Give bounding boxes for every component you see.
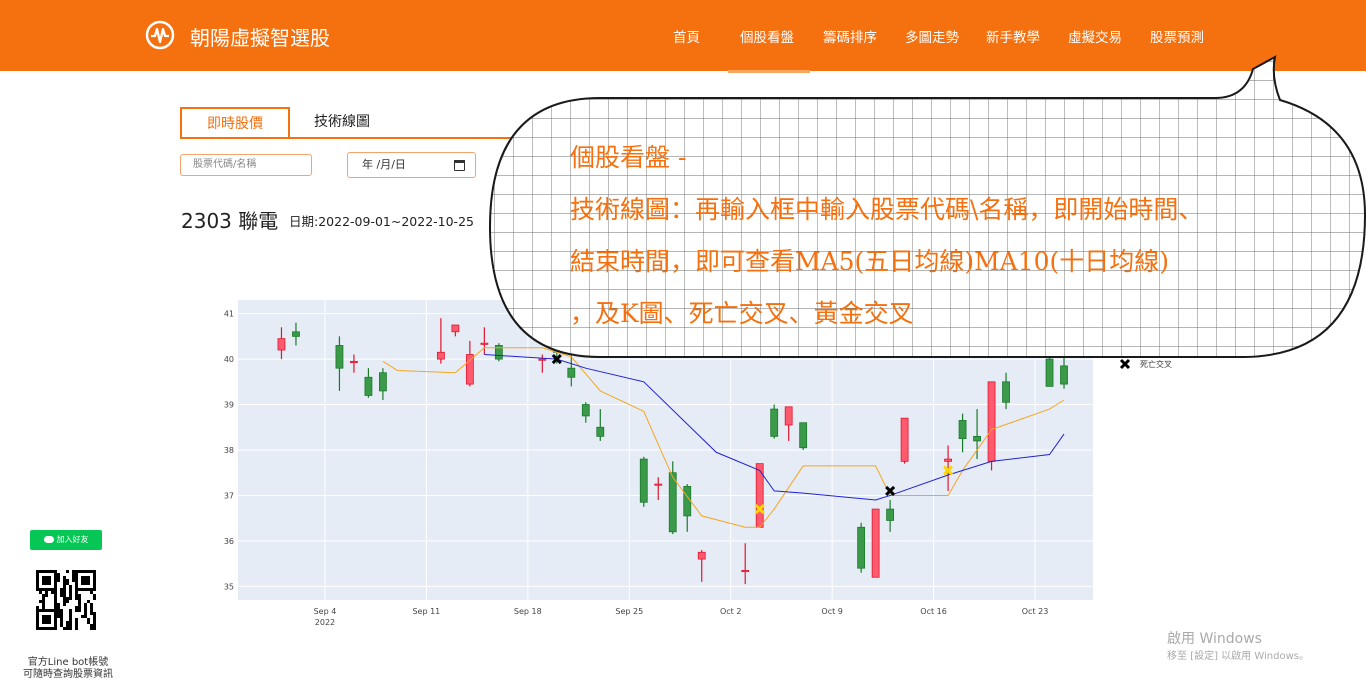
candle-body: [857, 526, 866, 569]
line-caption-line-2: 可隨時查詢股票資訊: [23, 669, 113, 680]
stock-title: 2303 聯電: [181, 209, 279, 233]
x-tick-label: Oct 2: [720, 607, 741, 616]
nav-prediction[interactable]: 股票預測: [1150, 26, 1204, 46]
x-tick-label: Sep 11: [412, 607, 440, 616]
candle-body: [770, 408, 779, 437]
candle-body: [1060, 365, 1068, 385]
callout-line-4: ，及K圖、死亡交叉、黃金交叉: [570, 299, 914, 328]
candle-body: [335, 345, 344, 369]
x-year-label: 2022: [315, 618, 335, 627]
line-caption-line-1: 官方Line bot帳號: [27, 657, 109, 668]
candle-body: [379, 372, 387, 392]
y-tick-label: 35: [224, 582, 234, 591]
candle-body: [900, 417, 909, 462]
callout-line-1: 個股看盤 -: [570, 143, 687, 172]
callout-line-3: 結束時間，即可查看MA5(五日均線)MA10(十日均線): [570, 247, 1170, 276]
x-tick-label: Sep 4: [314, 607, 337, 616]
candle-body: [1002, 381, 1010, 403]
line-add-friend-label: 加入好友: [56, 535, 89, 544]
x-tick-label: Oct 9: [821, 607, 842, 616]
line-caption: 官方Line bot帳號 可隨時查詢股票資訊: [13, 657, 123, 681]
candle-body: [465, 354, 474, 385]
x-tick-label: Sep 18: [514, 607, 542, 616]
y-tick-label: 40: [224, 355, 234, 364]
calendar-icon[interactable]: [454, 160, 465, 171]
line-icon: [43, 536, 54, 543]
candle-body: [784, 406, 793, 426]
nav-virtual-trade[interactable]: 虛擬交易: [1068, 26, 1122, 46]
candle-body: [364, 376, 373, 396]
candle-body: [683, 485, 692, 517]
date-input[interactable]: 年 /月/日: [347, 152, 476, 178]
candle-body: [451, 324, 460, 333]
callout-text: 個股看盤 - 技術線圖：再輸入框中輸入股票代碼\名稱，即開始時間、 結束時間，即…: [570, 132, 1330, 340]
candle-body: [596, 426, 605, 437]
line-add-friend-button[interactable]: 加入好友: [30, 530, 102, 550]
tab-technical-chart[interactable]: 技術線圖: [300, 107, 414, 137]
nav-chip-sort[interactable]: 籌碼排序: [823, 26, 877, 46]
candle-body: [668, 472, 677, 533]
candle-body: [567, 367, 576, 378]
windows-watermark-title: 啟用 Windows: [1167, 631, 1262, 647]
x-tick-label: Oct 16: [920, 607, 947, 616]
candle-body: [886, 508, 895, 521]
x-tick-label: Sep 25: [615, 607, 643, 616]
nav-multi-chart[interactable]: 多圖走勢: [905, 26, 959, 46]
brand-name[interactable]: 朝陽虛擬智選股: [190, 22, 330, 51]
candle-body: [741, 570, 750, 573]
x-tick-label: Oct 23: [1022, 607, 1049, 616]
tab-realtime-price[interactable]: 即時股價: [180, 107, 290, 137]
y-tick-label: 36: [224, 537, 234, 546]
candle-body: [973, 435, 981, 442]
candle-body: [944, 458, 952, 462]
y-tick-label: 39: [224, 401, 234, 410]
candle-body: [871, 508, 880, 578]
nav-stock-view[interactable]: 個股看盤: [740, 26, 794, 46]
candle-body: [654, 483, 663, 486]
candle-body: [639, 458, 648, 503]
candle-body: [799, 422, 808, 449]
candle-body: [697, 551, 706, 560]
date-input-value: 年 /月/日: [362, 158, 406, 171]
candle-body: [436, 351, 445, 360]
pulse-logo-icon[interactable]: [145, 20, 175, 50]
nav-tutorial[interactable]: 新手教學: [986, 26, 1040, 46]
y-tick-label: 41: [224, 310, 234, 319]
windows-watermark-subtitle: 移至 [設定] 以啟用 Windows。: [1167, 651, 1309, 662]
y-tick-label: 38: [224, 446, 234, 455]
candle-body: [987, 381, 996, 462]
y-tick-label: 37: [224, 491, 234, 500]
candle-body: [277, 338, 286, 351]
candle-body: [958, 420, 967, 440]
qr-code: [36, 570, 96, 630]
candle-body: [581, 404, 590, 417]
candle-body: [350, 360, 358, 363]
candle-body: [292, 331, 300, 337]
stock-date-range: 日期:2022-09-01~2022-10-25: [289, 214, 474, 229]
callout-line-2: 技術線圖：再輸入框中輸入股票代碼\名稱，即開始時間、: [570, 195, 1204, 224]
nav-home[interactable]: 首頁: [673, 26, 700, 46]
stock-search-input[interactable]: 股票代碼/名稱: [180, 154, 312, 176]
tab-divider: [180, 137, 520, 139]
